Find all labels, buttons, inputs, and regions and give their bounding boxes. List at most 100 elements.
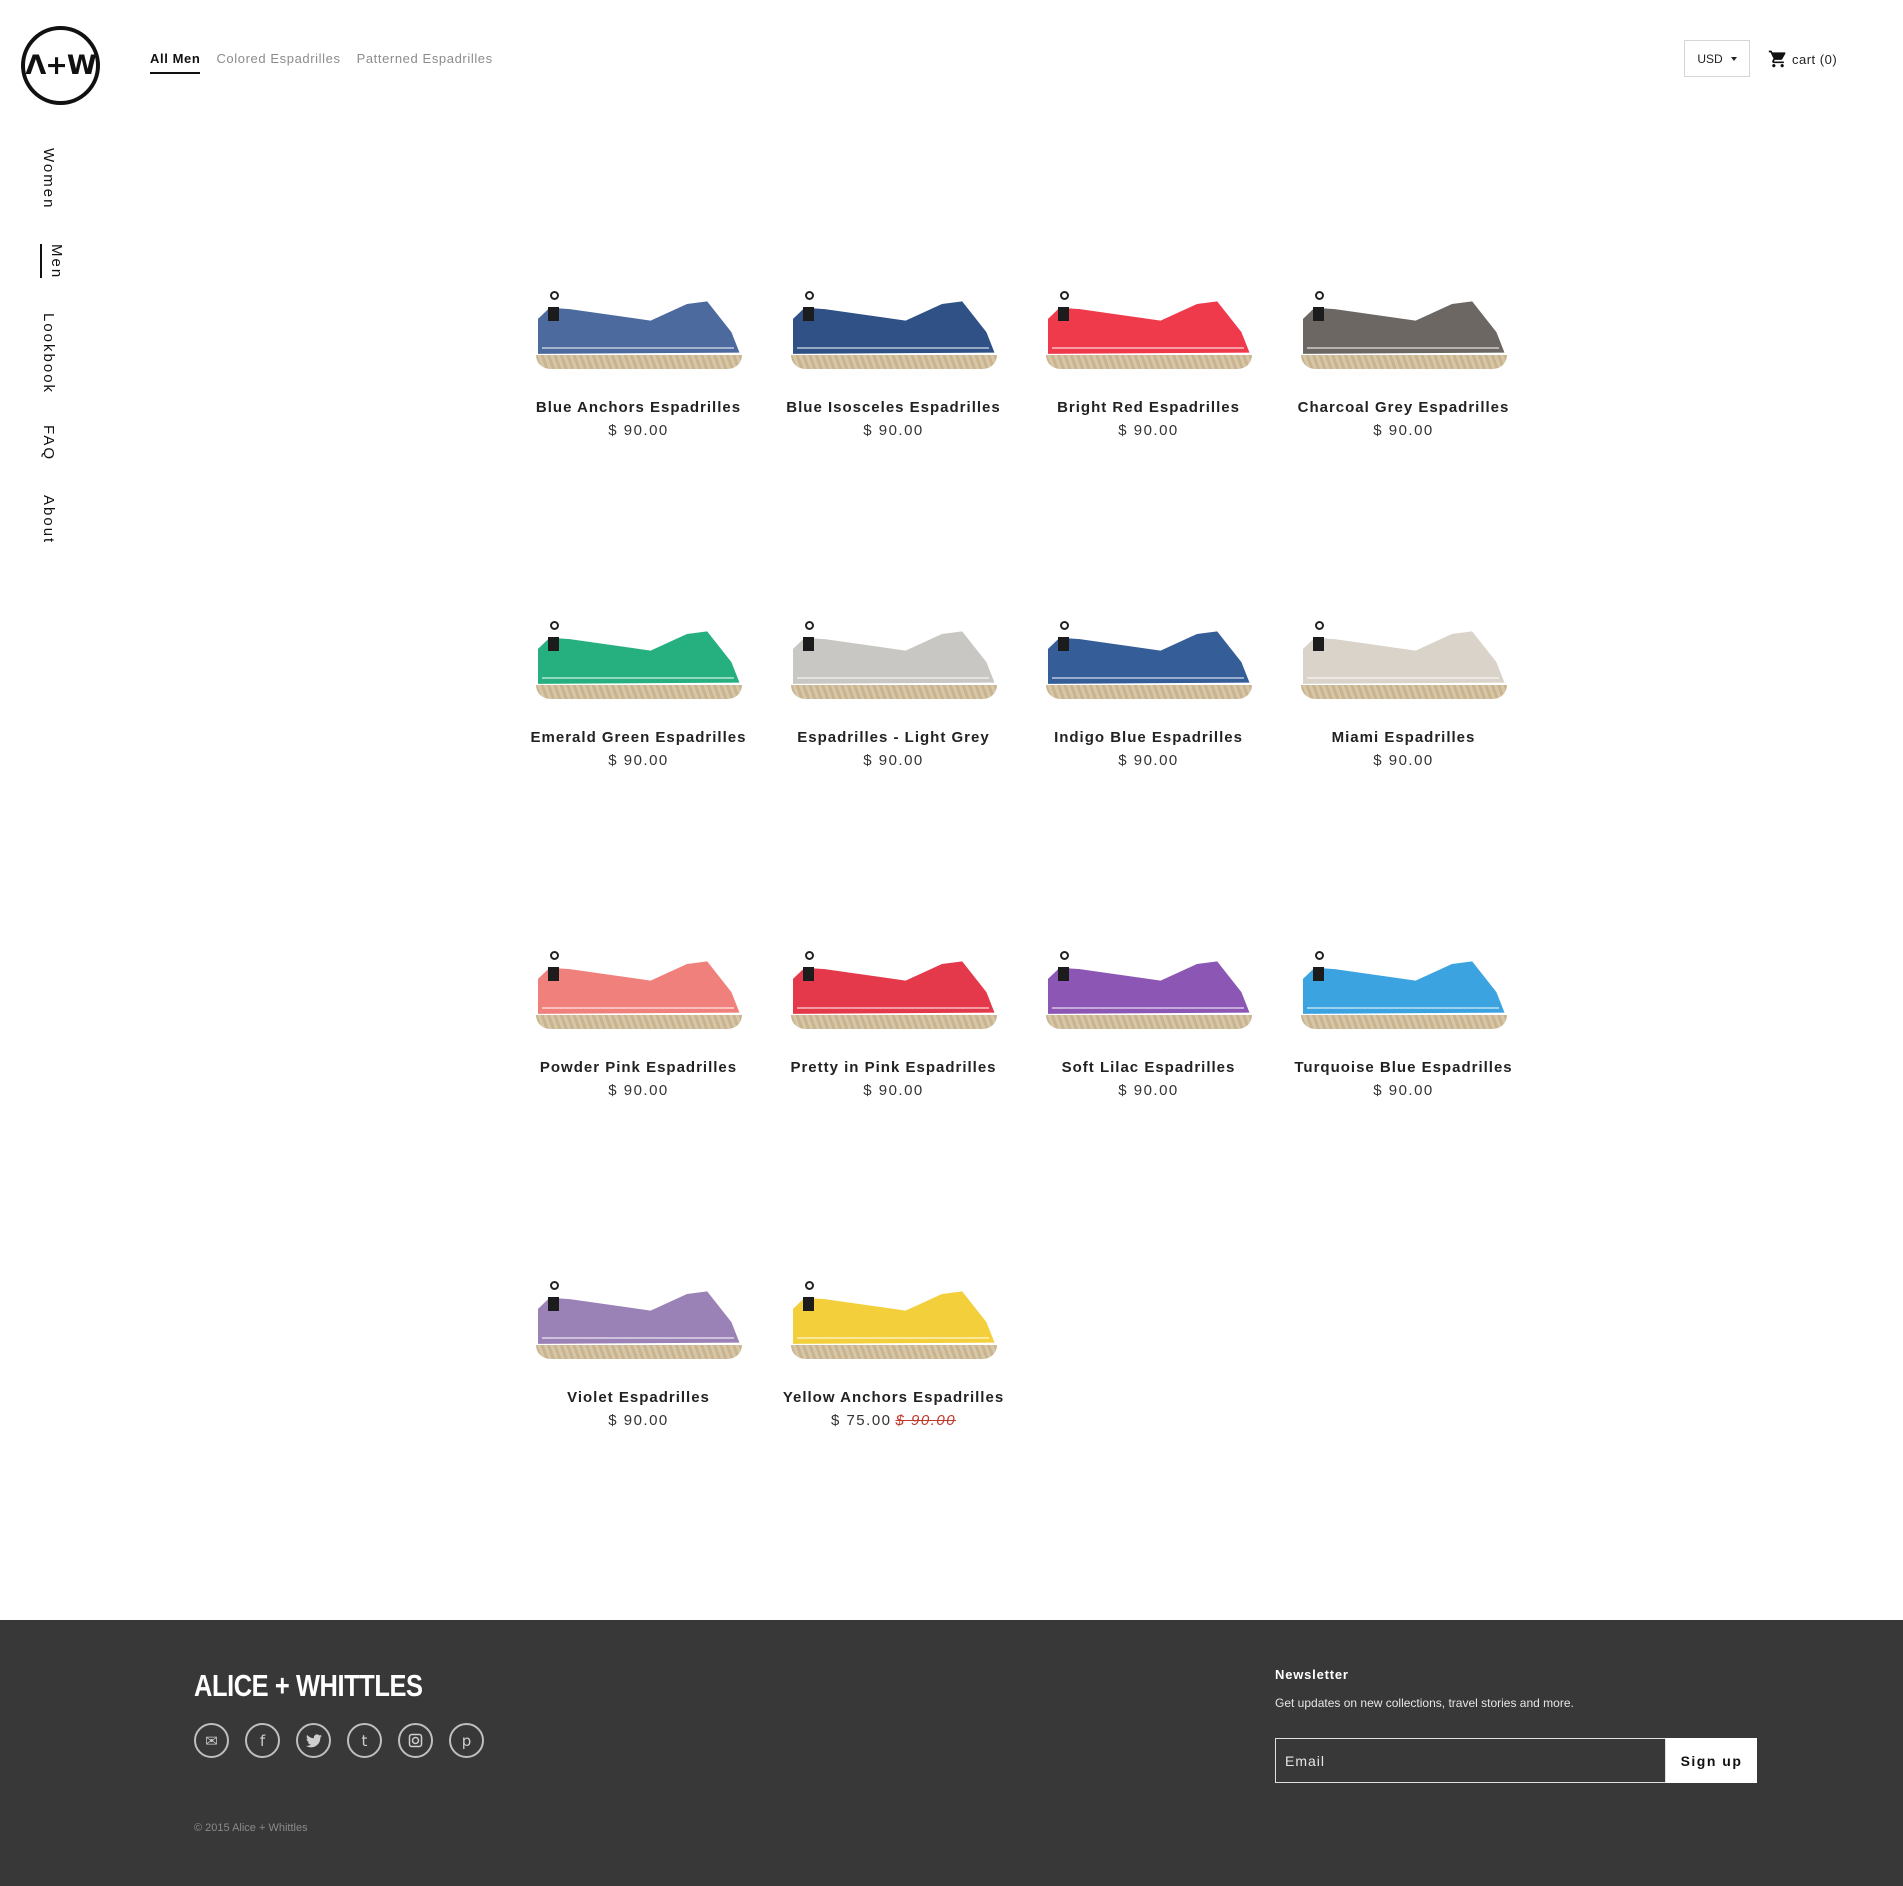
product-card[interactable]: Espadrilles - Light Grey $ 90.00 bbox=[766, 555, 1021, 885]
product-name[interactable]: Emerald Green Espadrilles bbox=[511, 729, 766, 746]
twitter-icon[interactable] bbox=[296, 1723, 331, 1758]
heel-loop bbox=[1059, 621, 1069, 630]
sign-up-button[interactable]: Sign up bbox=[1666, 1738, 1757, 1783]
brand-tag bbox=[547, 637, 559, 651]
side-nav-about[interactable]: About bbox=[40, 495, 57, 544]
brand-tag bbox=[547, 967, 559, 981]
product-name[interactable]: Yellow Anchors Espadrilles bbox=[766, 1389, 1021, 1406]
tab-patterned-espadrilles[interactable]: Patterned Espadrilles bbox=[357, 51, 493, 74]
product-price-row: $ 90.00 bbox=[1276, 422, 1531, 439]
product-image[interactable] bbox=[534, 597, 744, 707]
product-name[interactable]: Charcoal Grey Espadrilles bbox=[1276, 399, 1531, 416]
product-card[interactable]: Powder Pink Espadrilles $ 90.00 bbox=[511, 885, 766, 1215]
product-card[interactable]: Emerald Green Espadrilles $ 90.00 bbox=[511, 555, 766, 885]
cart-label: cart (0) bbox=[1792, 51, 1838, 67]
brand-tag bbox=[1312, 637, 1324, 651]
instagram-icon[interactable] bbox=[398, 1723, 433, 1758]
product-price-row: $ 90.00 bbox=[511, 752, 766, 769]
product-image[interactable] bbox=[1044, 267, 1254, 377]
product-name[interactable]: Powder Pink Espadrilles bbox=[511, 1059, 766, 1076]
heel-loop bbox=[804, 291, 814, 300]
cart-link[interactable]: cart (0) bbox=[1768, 49, 1837, 69]
product-image[interactable] bbox=[534, 267, 744, 377]
product-name[interactable]: Pretty in Pink Espadrilles bbox=[766, 1059, 1021, 1076]
product-price: $ 90.00 bbox=[863, 422, 924, 439]
product-image[interactable] bbox=[1299, 927, 1509, 1037]
product-image[interactable] bbox=[789, 597, 999, 707]
shoe-upper bbox=[537, 961, 740, 1014]
product-image[interactable] bbox=[1044, 597, 1254, 707]
product-image[interactable] bbox=[534, 1257, 744, 1367]
product-image[interactable] bbox=[1044, 927, 1254, 1037]
caret-down-icon bbox=[1730, 56, 1737, 61]
product-price-row: $ 75.00 $ 90.00 bbox=[766, 1412, 1021, 1429]
stitch-line bbox=[1051, 677, 1244, 679]
product-name[interactable]: Indigo Blue Espadrilles bbox=[1021, 729, 1276, 746]
shoe-upper bbox=[792, 1291, 995, 1344]
product-name[interactable]: Bright Red Espadrilles bbox=[1021, 399, 1276, 416]
product-image[interactable] bbox=[789, 927, 999, 1037]
jute-sole bbox=[790, 1345, 997, 1359]
product-image[interactable] bbox=[534, 927, 744, 1037]
side-nav-faq[interactable]: FAQ bbox=[40, 425, 57, 461]
pinterest-icon[interactable]: p bbox=[449, 1723, 484, 1758]
shoe-upper bbox=[1302, 301, 1505, 354]
brand-logo[interactable]: Λ+W bbox=[21, 26, 100, 105]
product-card[interactable]: Blue Anchors Espadrilles $ 90.00 bbox=[511, 225, 766, 555]
brand-tag bbox=[1312, 967, 1324, 981]
jute-sole bbox=[1045, 1015, 1252, 1029]
stitch-line bbox=[541, 347, 734, 349]
product-image[interactable] bbox=[789, 267, 999, 377]
product-card[interactable]: Violet Espadrilles $ 90.00 bbox=[511, 1215, 766, 1545]
product-card[interactable]: Indigo Blue Espadrilles $ 90.00 bbox=[1021, 555, 1276, 885]
product-card[interactable]: Blue Isosceles Espadrilles $ 90.00 bbox=[766, 225, 1021, 555]
facebook-icon[interactable]: f bbox=[245, 1723, 280, 1758]
product-image[interactable] bbox=[1299, 267, 1509, 377]
currency-select[interactable]: USD bbox=[1684, 40, 1750, 77]
product-card[interactable]: Miami Espadrilles $ 90.00 bbox=[1276, 555, 1531, 885]
product-image[interactable] bbox=[789, 1257, 999, 1367]
jute-sole bbox=[1045, 355, 1252, 369]
heel-loop bbox=[549, 621, 559, 630]
product-price: $ 90.00 bbox=[1373, 1082, 1434, 1099]
product-name[interactable]: Turquoise Blue Espadrilles bbox=[1276, 1059, 1531, 1076]
tab-colored-espadrilles[interactable]: Colored Espadrilles bbox=[216, 51, 340, 74]
stitch-line bbox=[541, 1007, 734, 1009]
product-price-row: $ 90.00 bbox=[511, 422, 766, 439]
shoe-upper bbox=[1047, 961, 1250, 1014]
product-card[interactable]: Soft Lilac Espadrilles $ 90.00 bbox=[1021, 885, 1276, 1215]
product-name[interactable]: Blue Isosceles Espadrilles bbox=[766, 399, 1021, 416]
jute-sole bbox=[790, 1015, 997, 1029]
product-price-row: $ 90.00 bbox=[766, 1082, 1021, 1099]
product-name[interactable]: Espadrilles - Light Grey bbox=[766, 729, 1021, 746]
product-card[interactable]: Charcoal Grey Espadrilles $ 90.00 bbox=[1276, 225, 1531, 555]
heel-loop bbox=[804, 1281, 814, 1290]
tab-all-men[interactable]: All Men bbox=[150, 51, 201, 74]
product-card[interactable]: Pretty in Pink Espadrilles $ 90.00 bbox=[766, 885, 1021, 1215]
product-name[interactable]: Miami Espadrilles bbox=[1276, 729, 1531, 746]
side-nav-men[interactable]: Men bbox=[48, 244, 65, 279]
side-nav-lookbook[interactable]: Lookbook bbox=[40, 313, 57, 394]
product-card[interactable]: Bright Red Espadrilles $ 90.00 bbox=[1021, 225, 1276, 555]
side-nav-women[interactable]: Women bbox=[40, 148, 57, 209]
tumblr-icon[interactable]: t bbox=[347, 1723, 382, 1758]
shoe-upper bbox=[537, 1291, 740, 1344]
footer-wordmark[interactable]: ALICE + WHITTLES bbox=[194, 1668, 423, 1704]
email-icon[interactable]: ✉ bbox=[194, 1723, 229, 1758]
shoe-upper bbox=[1047, 301, 1250, 354]
heel-loop bbox=[549, 951, 559, 960]
product-price: $ 90.00 bbox=[863, 752, 924, 769]
product-name[interactable]: Violet Espadrilles bbox=[511, 1389, 766, 1406]
cart-icon bbox=[1768, 50, 1786, 68]
product-card[interactable]: Turquoise Blue Espadrilles $ 90.00 bbox=[1276, 885, 1531, 1215]
shoe-upper bbox=[1302, 961, 1505, 1014]
jute-sole bbox=[1045, 685, 1252, 699]
jute-sole bbox=[535, 685, 742, 699]
email-input[interactable] bbox=[1275, 1738, 1666, 1783]
compare-at-price: $ 90.00 bbox=[895, 1412, 957, 1429]
product-name[interactable]: Blue Anchors Espadrilles bbox=[511, 399, 766, 416]
product-price-row: $ 90.00 bbox=[1021, 752, 1276, 769]
product-card[interactable]: Yellow Anchors Espadrilles $ 75.00 $ 90.00 bbox=[766, 1215, 1021, 1545]
product-name[interactable]: Soft Lilac Espadrilles bbox=[1021, 1059, 1276, 1076]
product-image[interactable] bbox=[1299, 597, 1509, 707]
